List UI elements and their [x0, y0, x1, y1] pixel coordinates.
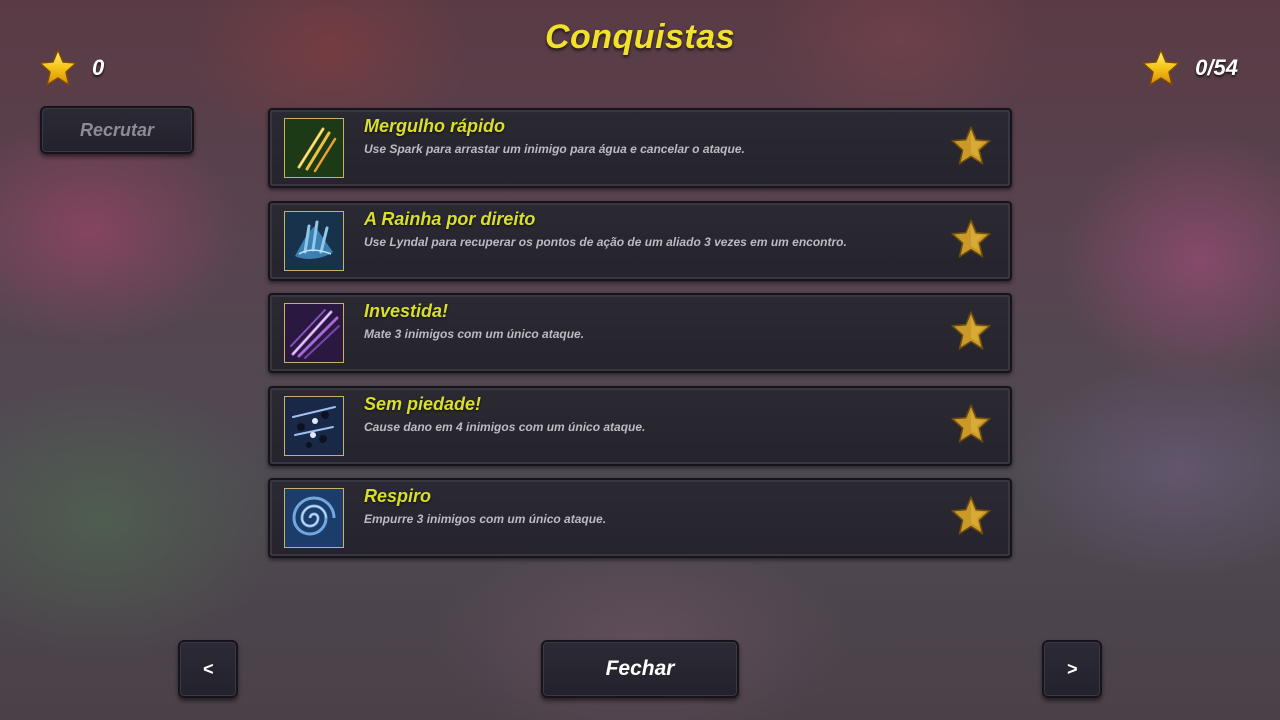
claw-slash-icon: [284, 118, 344, 178]
achievement-description: Use Spark para arrastar um inimigo para …: [364, 142, 745, 156]
achievement-title: Mergulho rápido: [364, 116, 505, 136]
achievement-item[interactable]: Respiro Empurre 3 inimigos com um único …: [268, 478, 1012, 558]
collected-stars-value: 0: [92, 55, 105, 80]
collected-stars-counter: 0: [38, 46, 104, 90]
page-title: Conquistas: [544, 18, 736, 56]
close-button[interactable]: Fechar: [541, 640, 739, 698]
achievement-item[interactable]: Investida! Mate 3 inimigos com um único …: [268, 293, 1012, 373]
water-hand-icon: [284, 210, 344, 271]
achievement-description: Use Lyndal para recuperar os pontos de a…: [364, 234, 847, 249]
achievement-star-icon: [950, 403, 992, 450]
achievement-item[interactable]: Mergulho rápido Use Spark para arrastar …: [268, 108, 1012, 188]
achievement-title: Respiro: [364, 486, 432, 506]
achievement-title: A Rainha por direito: [364, 208, 536, 229]
achievement-description: Cause dano em 4 inimigos com um único at…: [364, 419, 646, 434]
next-page-button[interactable]: >: [1042, 640, 1102, 698]
previous-page-button[interactable]: <: [178, 640, 238, 698]
achievements-screen: Conquistas 0 0/54 Recrutar Mergulho rápi…: [0, 0, 1280, 720]
multi-hit-icon: [284, 395, 344, 456]
achievement-title: Investida!: [364, 301, 449, 321]
achievement-description: Empurre 3 inimigos com um único ataque.: [364, 512, 607, 526]
achievement-star-icon: [950, 125, 992, 172]
achievement-item[interactable]: Sem piedade! Cause dano em 4 inimigos co…: [268, 385, 1012, 466]
total-achievements-counter: 0/54: [1141, 46, 1238, 90]
total-achievements-value: 0/54: [1195, 55, 1238, 80]
spear-charge-icon: [284, 303, 344, 363]
achievement-star-icon: [950, 218, 992, 265]
gold-star-icon: [1141, 48, 1181, 88]
achievement-title: Sem piedade!: [364, 393, 482, 414]
achievement-star-icon: [950, 310, 992, 357]
whirlwind-icon: [284, 488, 344, 548]
achievement-description: Mate 3 inimigos com um único ataque.: [364, 327, 585, 341]
recruit-button[interactable]: Recrutar: [40, 106, 194, 154]
achievement-item[interactable]: A Rainha por direito Use Lyndal para rec…: [268, 200, 1012, 281]
achievement-star-icon: [950, 495, 992, 542]
achievement-list: Mergulho rápido Use Spark para arrastar …: [268, 108, 1012, 571]
gold-star-icon: [38, 48, 78, 88]
